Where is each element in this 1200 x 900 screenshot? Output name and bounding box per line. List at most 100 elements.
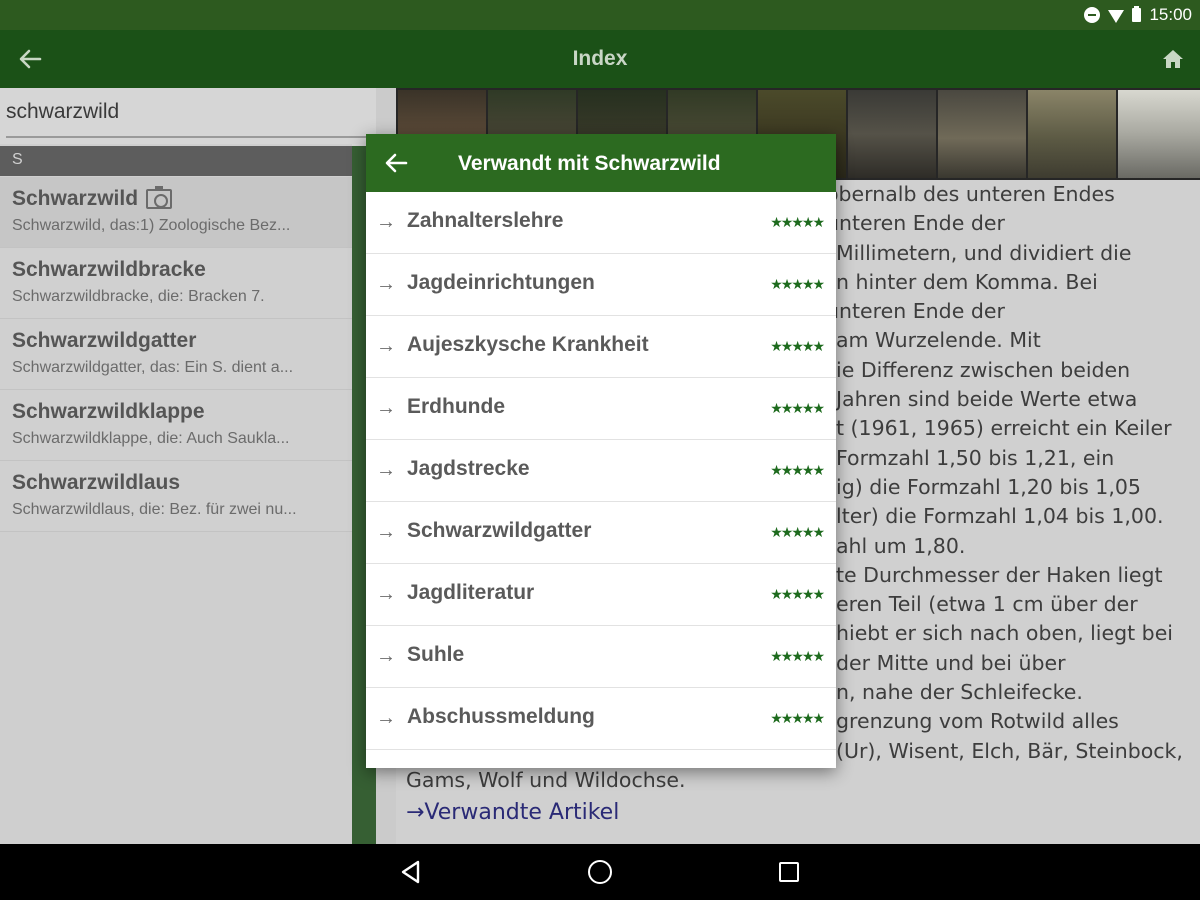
- gallery-thumbnail[interactable]: [1118, 90, 1200, 178]
- section-header: S: [0, 146, 352, 176]
- search-underline: [6, 136, 372, 138]
- related-item[interactable]: → Abschussmeldung ★★★★★: [366, 688, 836, 750]
- wifi-icon: [1108, 9, 1125, 23]
- related-item-label: Schwarzwildgatter: [407, 519, 592, 542]
- arrow-right-icon: →: [376, 397, 396, 419]
- dialog-title: Verwandt mit Schwarzwild: [458, 152, 721, 175]
- rating-stars: ★★★★★: [770, 586, 825, 602]
- related-item-label: Erdhunde: [407, 395, 505, 418]
- result-list: Schwarzwild Schwarzwild, das:1) Zoologis…: [0, 177, 352, 532]
- list-item-title: Schwarzwildbracke: [12, 258, 206, 281]
- arrow-right-icon: →: [376, 273, 396, 295]
- arrow-right-icon: →: [376, 335, 396, 357]
- related-item-label: Jagdstrecke: [407, 457, 530, 480]
- article-line: t (1961, 1965) erreicht ein Keiler: [836, 416, 1172, 441]
- related-item-label: Suhle: [407, 643, 465, 666]
- article-line: n, nahe der Schleifecke.: [836, 680, 1083, 705]
- article-line: ahl um 1,80.: [836, 533, 966, 558]
- related-item-label: Jagdliteratur: [407, 581, 535, 604]
- list-item[interactable]: Schwarzwildgatter Schwarzwildgatter, das…: [0, 319, 352, 390]
- article-line: ig) die Formzahl 1,20 bis 1,05: [836, 474, 1141, 499]
- article-line: eren Teil (etwa 1 cm über der: [836, 592, 1138, 617]
- related-item[interactable]: → Schwarzwildgatter ★★★★★: [366, 502, 836, 564]
- nav-back-icon[interactable]: [398, 858, 424, 886]
- rating-stars: ★★★★★: [770, 524, 825, 540]
- arrow-right-icon: →: [376, 583, 396, 605]
- related-list: → Zahnalterslehre ★★★★★ → Jagdeinrichtun…: [366, 192, 836, 750]
- article-line: unteren Ende der: [826, 211, 1005, 236]
- related-item[interactable]: → Jagdliteratur ★★★★★: [366, 564, 836, 626]
- related-item[interactable]: → Aujeszkysche Krankheit ★★★★★: [366, 316, 836, 378]
- arrow-right-icon: →: [376, 707, 396, 729]
- arrow-right-icon: →: [376, 521, 396, 543]
- related-item-label: Zahnalterslehre: [407, 209, 564, 232]
- list-item-subtitle: Schwarzwild, das:1) Zoologische Bez...: [12, 217, 291, 234]
- list-item-subtitle: Schwarzwildklappe, die: Auch Sauklа...: [12, 430, 290, 447]
- nav-home-icon[interactable]: [588, 860, 612, 884]
- article-line: n hinter dem Komma. Bei: [836, 269, 1098, 294]
- related-item[interactable]: → Jagdeinrichtungen ★★★★★: [366, 254, 836, 316]
- rating-stars: ★★★★★: [770, 338, 825, 354]
- article-line: am Wurzelende. Mit: [836, 328, 1041, 353]
- dialog-header: Verwandt mit Schwarzwild: [366, 134, 836, 192]
- rating-stars: ★★★★★: [770, 648, 825, 664]
- search-box[interactable]: schwarzwild: [0, 88, 376, 144]
- list-item-subtitle: Schwarzwildlaus, die: Bez. für zwei nu..…: [12, 501, 297, 518]
- related-item[interactable]: → Suhle ★★★★★: [366, 626, 836, 688]
- related-item-label: Abschussmeldung: [407, 705, 595, 728]
- list-item-title: Schwarzwildgatter: [12, 329, 197, 352]
- do-not-disturb-icon: [1084, 7, 1101, 23]
- rating-stars: ★★★★★: [770, 214, 825, 230]
- list-item-subtitle: Schwarzwildbracke, die: Bracken 7.: [12, 288, 265, 305]
- rating-stars: ★★★★★: [770, 400, 825, 416]
- rating-stars: ★★★★★: [770, 276, 825, 292]
- list-item[interactable]: Schwarzwildklappe Schwarzwildklappe, die…: [0, 390, 352, 461]
- article-line: der Mitte und bei über: [836, 650, 1066, 675]
- article-line: te Durchmesser der Haken liegt: [836, 562, 1163, 587]
- related-item[interactable]: → Zahnalterslehre ★★★★★: [366, 192, 836, 254]
- article-line: obernalb des unteren Endes: [826, 182, 1115, 206]
- nav-recents-icon[interactable]: [779, 862, 799, 882]
- gallery-thumbnail[interactable]: [1028, 90, 1116, 178]
- list-item-title: Schwarzwildlaus: [12, 471, 181, 494]
- arrow-right-icon: →: [376, 459, 396, 481]
- related-item-label: Aujeszkysche Krankheit: [407, 333, 649, 356]
- arrow-right-icon: →: [376, 645, 396, 667]
- related-item[interactable]: → Erdhunde ★★★★★: [366, 378, 836, 440]
- arrow-back-icon[interactable]: [382, 147, 410, 179]
- article-line: grenzung vom Rotwild alles: [836, 709, 1119, 734]
- list-item[interactable]: Schwarzwildlaus Schwarzwildlaus, die: Be…: [0, 461, 352, 532]
- related-item-label: Jagdeinrichtungen: [407, 271, 595, 294]
- app-bar: Index: [0, 30, 1200, 88]
- related-item[interactable]: → Jagdstrecke ★★★★★: [366, 440, 836, 502]
- list-item-subtitle: Schwarzwildgatter, das: Ein S. dient a..…: [12, 359, 294, 376]
- article-line: unteren Ende der: [826, 299, 1005, 324]
- arrow-back-icon[interactable]: [14, 43, 46, 75]
- arrow-right-icon: →: [376, 211, 396, 233]
- article-line: (Ur), Wisent, Elch, Bär, Steinbock,: [836, 738, 1183, 763]
- article-line: Gams, Wolf und Wildochse.: [406, 767, 686, 792]
- list-item[interactable]: Schwarzwildbracke Schwarzwildbracke, die…: [0, 248, 352, 319]
- list-item[interactable]: Schwarzwild Schwarzwild, das:1) Zoologis…: [0, 177, 352, 248]
- camera-icon: [146, 186, 173, 209]
- battery-icon: [1132, 6, 1142, 22]
- related-dialog: Verwandt mit Schwarzwild → Zahnaltersleh…: [366, 134, 836, 768]
- status-time: 15:00: [1149, 5, 1192, 24]
- page-title: Index: [572, 47, 628, 70]
- system-nav-bar: [0, 844, 1200, 900]
- related-articles-link[interactable]: →Verwandte Artikel: [406, 800, 619, 825]
- rating-stars: ★★★★★: [770, 462, 825, 478]
- article-line: hiebt er sich nach oben, liegt bei: [836, 621, 1173, 646]
- article-line: Formzahl 1,50 bis 1,21, ein: [836, 445, 1115, 470]
- rating-stars: ★★★★★: [770, 710, 825, 726]
- article-line: Jahren sind beide Werte etwa: [836, 387, 1138, 412]
- search-input[interactable]: schwarzwild: [6, 100, 119, 124]
- article-line: ie Differenz zwischen beiden: [836, 357, 1131, 382]
- list-item-title: Schwarzwild: [12, 187, 139, 210]
- status-icons: 15:00: [1084, 0, 1192, 30]
- article-line: Millimetern, und dividiert die: [836, 240, 1132, 265]
- article-line: lter) die Formzahl 1,04 bis 1,00.: [836, 504, 1164, 529]
- gallery-thumbnail[interactable]: [848, 90, 936, 178]
- home-icon[interactable]: [1160, 46, 1186, 72]
- gallery-thumbnail[interactable]: [938, 90, 1026, 178]
